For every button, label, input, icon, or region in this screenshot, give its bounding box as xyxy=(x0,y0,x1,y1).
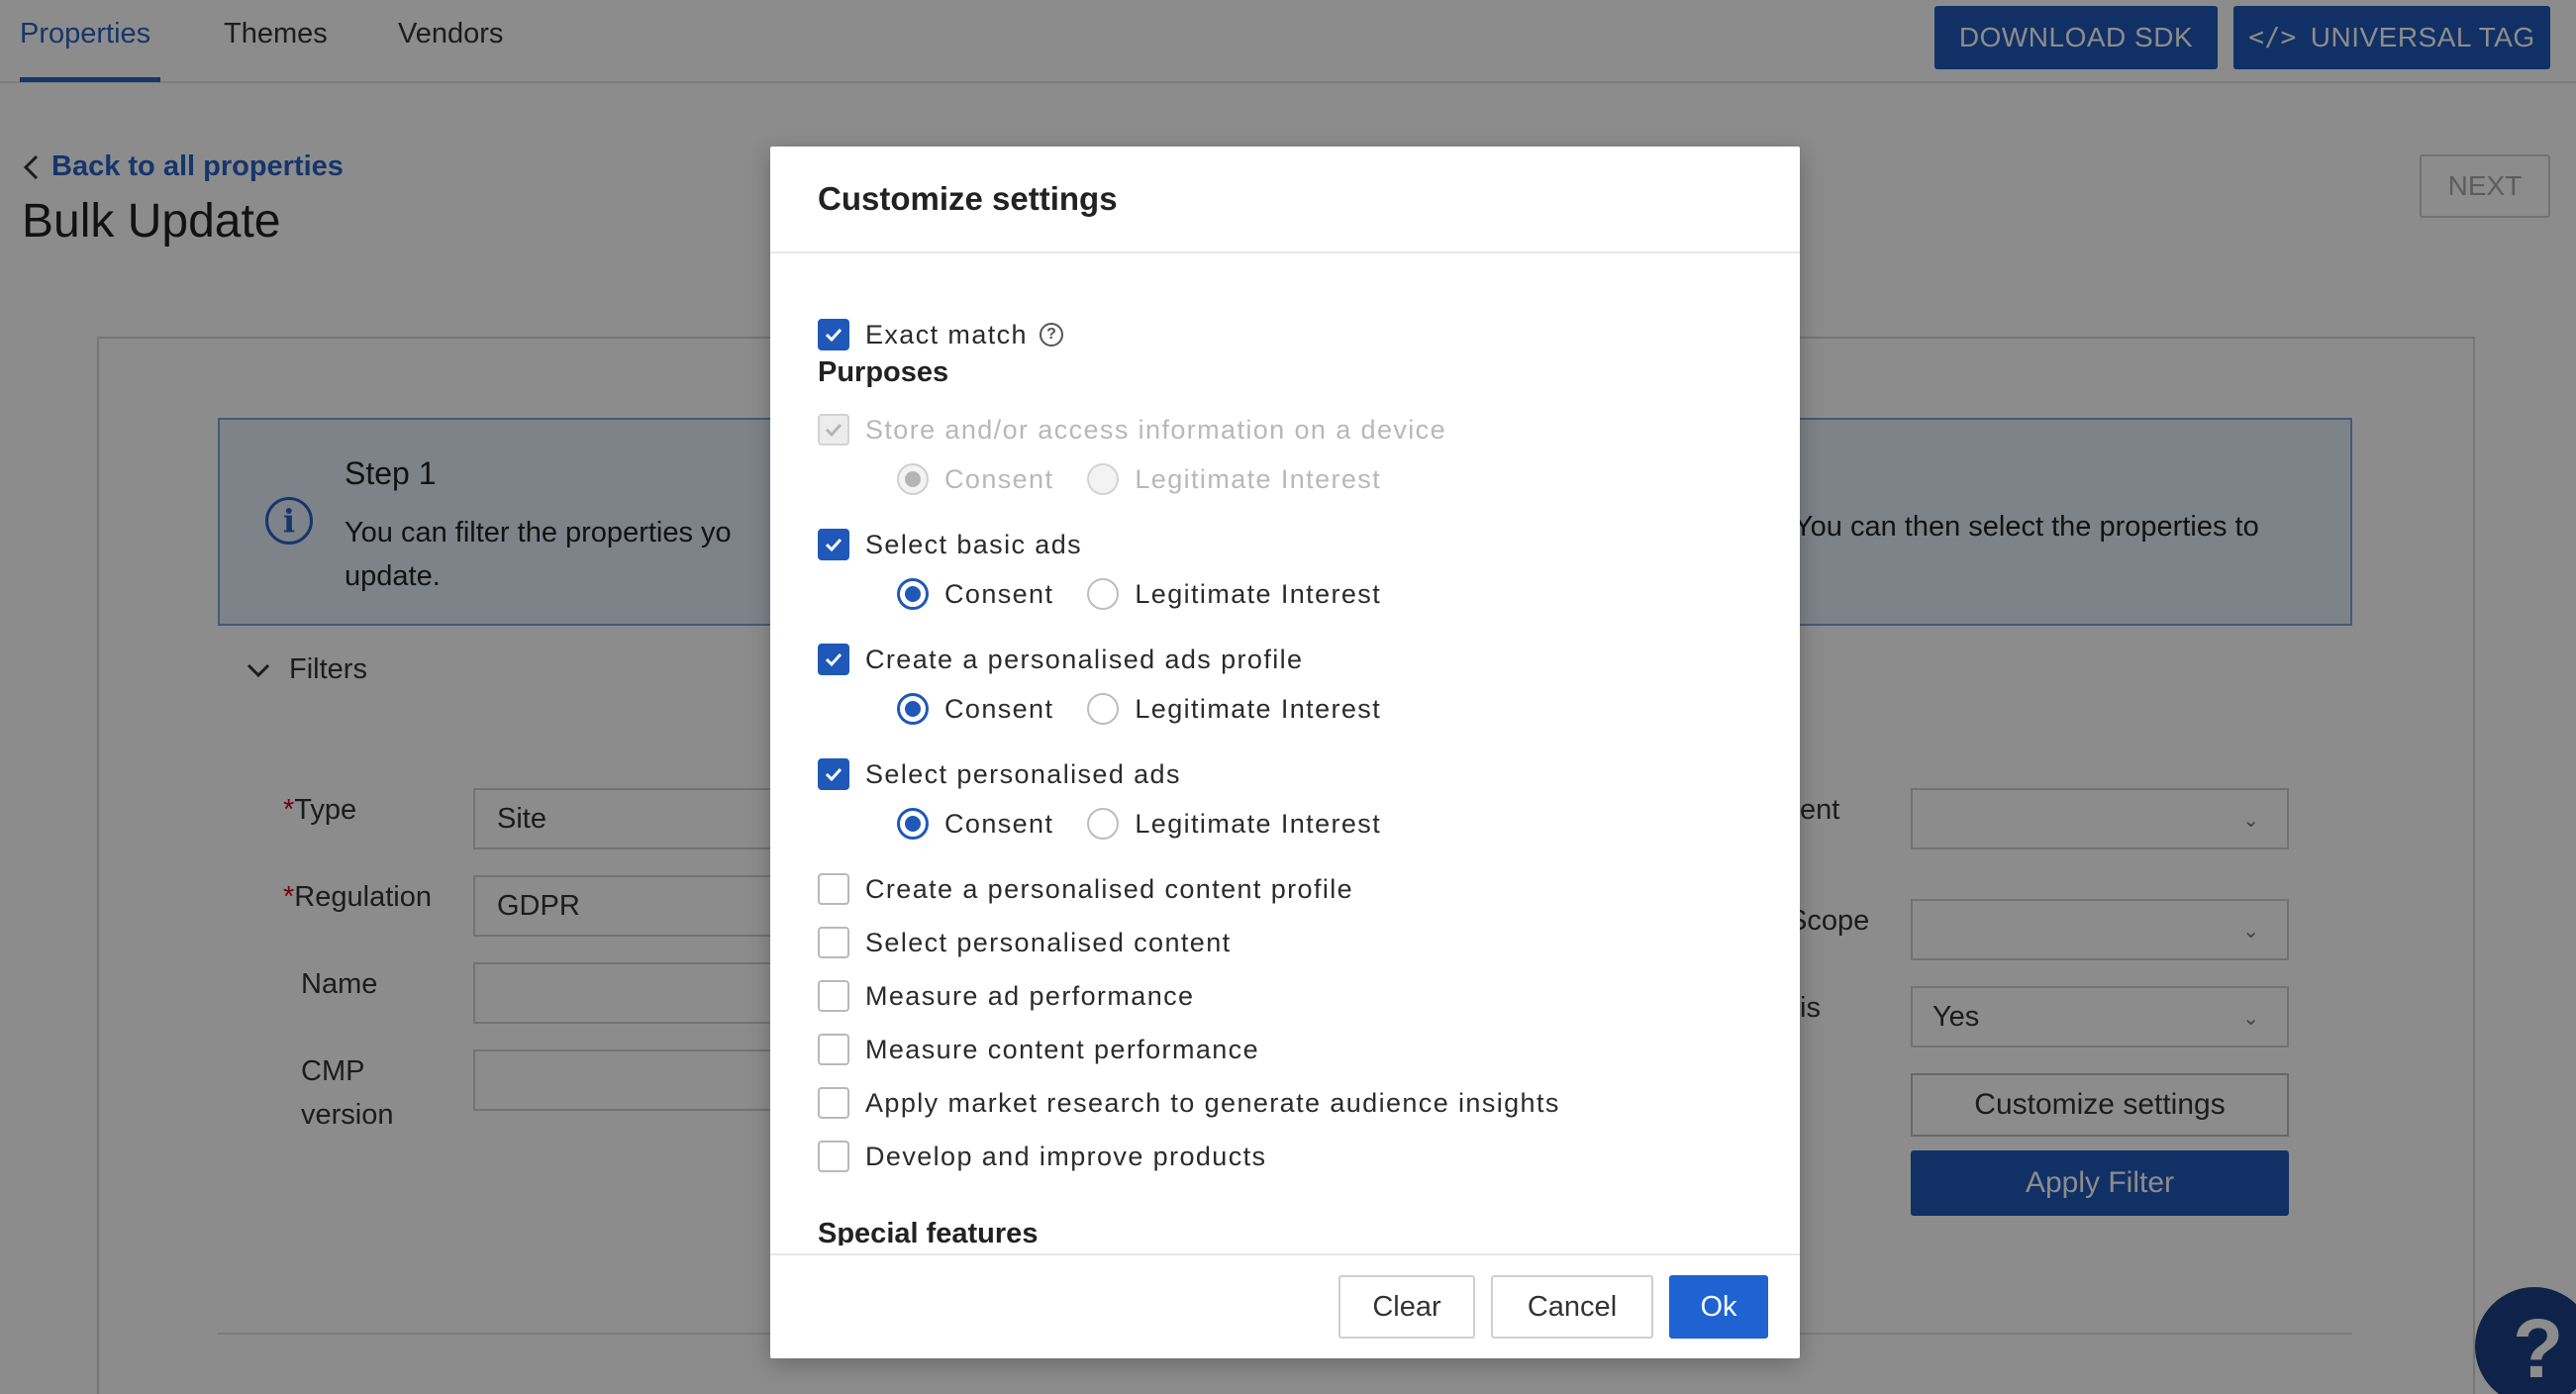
purpose-item[interactable]: Measure content performance xyxy=(818,1034,1259,1065)
purpose-item[interactable]: Develop and improve products xyxy=(818,1141,1266,1172)
purpose-basis-group: Consent Legitimate Interest xyxy=(897,463,1381,495)
exact-match-option[interactable]: Exact match ? xyxy=(818,319,1063,350)
check-icon xyxy=(825,652,842,667)
purpose-checkbox[interactable] xyxy=(818,927,849,958)
consent-radio[interactable] xyxy=(897,808,929,840)
check-icon xyxy=(825,423,842,438)
check-icon xyxy=(825,538,842,552)
purpose-label: Measure ad performance xyxy=(865,980,1195,1011)
consent-radio xyxy=(897,463,929,495)
purpose-label: Select personalised ads xyxy=(865,758,1181,789)
purpose-label: Select basic ads xyxy=(865,529,1083,559)
purpose-label: Create a personalised content profile xyxy=(865,873,1354,904)
purpose-label: Apply market research to generate audien… xyxy=(865,1087,1560,1118)
consent-radio[interactable] xyxy=(897,693,929,725)
purpose-item[interactable]: Select personalised content xyxy=(818,927,1232,958)
consent-radio[interactable] xyxy=(897,578,929,610)
legitimate-interest-label: Legitimate Interest xyxy=(1135,463,1382,494)
legitimate-interest-radio xyxy=(1087,463,1120,495)
purpose-basis-group: Consent Legitimate Interest xyxy=(897,693,1381,725)
check-icon xyxy=(825,767,842,782)
consent-label: Consent xyxy=(944,463,1054,494)
purpose-label: Develop and improve products xyxy=(865,1141,1267,1171)
purpose-checkbox xyxy=(818,414,849,446)
purpose-label: Create a personalised ads profile xyxy=(865,644,1304,674)
purpose-basis-group: Consent Legitimate Interest xyxy=(897,578,1381,610)
purpose-checkbox[interactable] xyxy=(818,873,849,905)
purpose-label: Measure content performance xyxy=(865,1034,1259,1064)
clear-button[interactable]: Clear xyxy=(1338,1275,1475,1339)
legitimate-interest-radio[interactable] xyxy=(1087,693,1120,725)
modal-header: Customize settings xyxy=(770,147,1800,253)
purpose-checkbox[interactable] xyxy=(818,1034,849,1065)
exact-match-label: Exact match xyxy=(865,319,1028,349)
purpose-label: Select personalised content xyxy=(865,927,1232,957)
purpose-item[interactable]: Measure ad performance xyxy=(818,980,1194,1012)
consent-label: Consent xyxy=(944,808,1054,839)
purpose-checkbox[interactable] xyxy=(818,980,849,1012)
exact-match-checkbox[interactable] xyxy=(818,319,849,350)
legitimate-interest-radio[interactable] xyxy=(1087,808,1120,840)
purpose-item[interactable]: Select personalised ads xyxy=(818,758,1181,790)
purpose-checkbox[interactable] xyxy=(818,1087,849,1119)
purpose-item: Store and/or access information on a dev… xyxy=(818,414,1446,446)
legitimate-interest-radio[interactable] xyxy=(1087,578,1120,610)
purpose-checkbox[interactable] xyxy=(818,644,849,675)
modal-body: Exact match ? Purposes Store and/or acce… xyxy=(770,255,1800,1245)
purpose-item[interactable]: Apply market research to generate audien… xyxy=(818,1087,1560,1119)
purpose-checkbox[interactable] xyxy=(818,758,849,790)
legitimate-interest-label: Legitimate Interest xyxy=(1135,693,1382,724)
legitimate-interest-label: Legitimate Interest xyxy=(1135,578,1382,609)
customize-settings-modal: Customize settings Exact match ? Purpose… xyxy=(770,147,1800,1358)
purpose-label: Store and/or access information on a dev… xyxy=(865,414,1446,445)
cancel-button[interactable]: Cancel xyxy=(1491,1275,1653,1339)
purpose-item[interactable]: Create a personalised content profile xyxy=(818,873,1353,905)
purpose-item[interactable]: Select basic ads xyxy=(818,529,1082,560)
purposes-header: Purposes xyxy=(818,356,949,388)
purpose-checkbox[interactable] xyxy=(818,1141,849,1172)
modal-title: Customize settings xyxy=(818,180,1118,217)
check-icon xyxy=(825,328,842,343)
question-circle-icon[interactable]: ? xyxy=(1039,323,1063,347)
ok-button[interactable]: Ok xyxy=(1669,1275,1768,1339)
legitimate-interest-label: Legitimate Interest xyxy=(1135,808,1382,839)
purpose-item[interactable]: Create a personalised ads profile xyxy=(818,644,1303,675)
purpose-basis-group: Consent Legitimate Interest xyxy=(897,808,1381,840)
modal-footer: Clear Cancel Ok xyxy=(770,1253,1800,1358)
consent-label: Consent xyxy=(944,693,1054,724)
special-features-header: Special features xyxy=(818,1218,1039,1245)
purpose-checkbox[interactable] xyxy=(818,529,849,560)
consent-label: Consent xyxy=(944,578,1054,609)
